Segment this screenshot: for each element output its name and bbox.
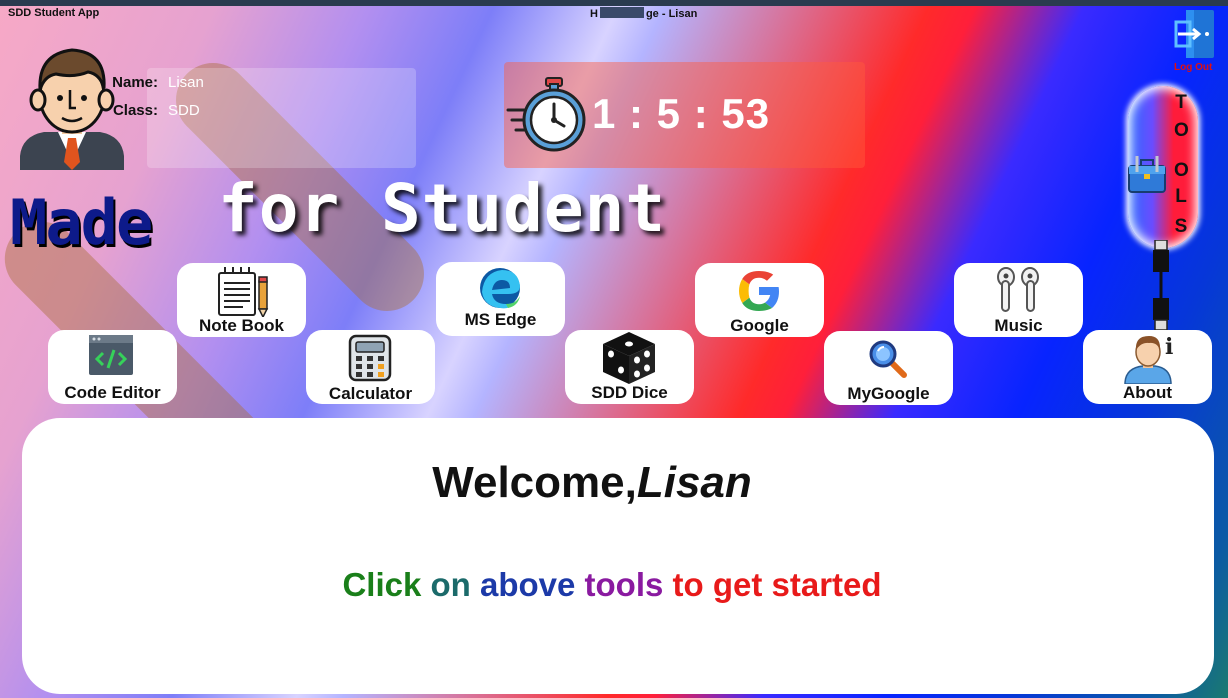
instruction-word: tools [584, 566, 664, 603]
google-tile[interactable]: Google [695, 263, 824, 337]
class-row: Class: SDD [102, 102, 200, 119]
toolbox-icon [1128, 156, 1166, 193]
music-tile[interactable]: Music [954, 263, 1083, 337]
logout-icon [1174, 10, 1214, 58]
mygoogle-tile[interactable]: MyGoogle [824, 331, 953, 405]
notebook-label: Note Book [199, 316, 284, 335]
edge-icon [480, 268, 520, 309]
tools-letter: T [1175, 92, 1187, 113]
about-label: About [1122, 383, 1173, 402]
notebook-tile[interactable]: Note Book [177, 263, 306, 337]
person-icon: i [1124, 334, 1173, 384]
main-card: Welcome,Lisan Click on above tools to ge… [22, 418, 1214, 694]
instruction-word: to get started [672, 566, 882, 603]
redacted-block [599, 7, 644, 18]
class-label: Class: [112, 102, 158, 119]
instruction-word: above [479, 566, 576, 603]
google-label: Google [730, 316, 789, 335]
about-tile[interactable]: i About [1083, 330, 1212, 404]
code-editor-label: Code Editor [64, 383, 161, 402]
name-label: Name: [112, 74, 158, 91]
window-title: Hge - Lisan [590, 7, 698, 20]
dice-icon [603, 332, 655, 384]
notebook-icon [218, 267, 269, 317]
name-value: Lisan [168, 74, 204, 91]
stopwatch-icon [506, 77, 586, 152]
usb-plug-icon [1153, 240, 1169, 331]
logout-label: Log Out [1174, 62, 1213, 73]
ms-edge-label: MS Edge [464, 310, 537, 329]
calculator-icon [348, 334, 392, 382]
tools-letter: S [1174, 216, 1188, 237]
earbuds-icon [997, 267, 1039, 312]
class-value: SDD [168, 102, 200, 119]
welcome-name: Lisan [636, 458, 752, 507]
welcome-greeting: Welcome, [432, 458, 637, 507]
magnifier-icon [869, 340, 907, 378]
sdd-dice-tile[interactable]: SDD Dice [565, 330, 694, 404]
welcome-heading: Welcome,Lisan [22, 458, 1162, 508]
instruction-word: on [430, 566, 471, 603]
mygoogle-label: MyGoogle [847, 384, 930, 403]
name-row: Name: Lisan [102, 74, 204, 91]
app-window: SDD Student App Hge - Lisan Name: Lisan C… [0, 0, 1228, 698]
instruction-text: Click on above tools to get started [22, 566, 1202, 604]
sdd-dice-label: SDD Dice [591, 383, 668, 402]
made-text: Made [10, 186, 153, 259]
calculator-tile[interactable]: Calculator [306, 330, 435, 404]
tools-letter: L [1175, 186, 1187, 207]
logout-button[interactable]: Log Out [1168, 6, 1224, 74]
tools-letter: O [1174, 120, 1189, 141]
for-student-text: for Student [218, 170, 667, 247]
code-editor-tile[interactable]: Code Editor [48, 330, 177, 404]
app-title: SDD Student App [8, 7, 100, 19]
ms-edge-tile[interactable]: MS Edge [436, 262, 565, 336]
info-glyph: i [1165, 334, 1173, 360]
instruction-word: Click [342, 566, 422, 603]
music-label: Music [994, 316, 1043, 335]
timer-display: 1 : 5 : 53 [592, 90, 771, 137]
google-icon [739, 271, 779, 311]
code-editor-icon [89, 335, 133, 375]
tools-letter: O [1174, 160, 1189, 181]
calculator-label: Calculator [328, 384, 413, 403]
